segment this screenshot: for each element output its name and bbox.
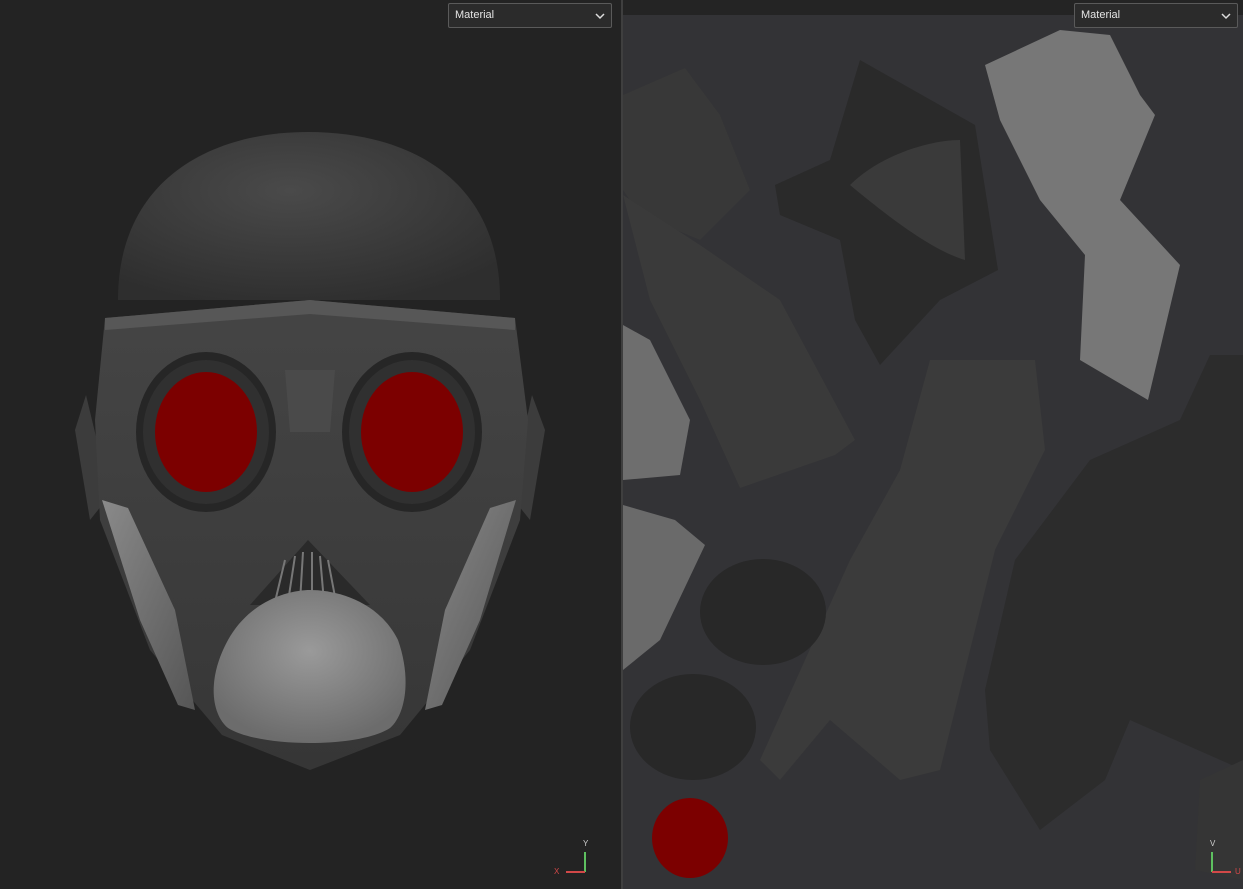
material-dropdown[interactable]: Material	[1074, 3, 1238, 28]
uv-circle-island	[630, 674, 756, 780]
material-dropdown[interactable]: Material	[448, 3, 612, 28]
axis-y-label: Y	[583, 839, 589, 848]
material-dropdown-label: Material	[1081, 9, 1121, 21]
uv-texture-layout	[623, 30, 1243, 880]
uv-circle-island	[700, 559, 826, 665]
left-eye-lens	[155, 372, 257, 492]
uv-eye-lens-island	[652, 798, 728, 878]
uv-island-light	[985, 30, 1180, 400]
chevron-down-icon	[1221, 13, 1231, 20]
uv-viewport[interactable]: Material V U	[623, 0, 1243, 889]
axis-x-label: X	[554, 867, 560, 876]
helmet-dome	[118, 132, 500, 300]
material-dropdown-label: Material	[455, 9, 495, 21]
chevron-down-icon	[595, 13, 605, 20]
mask-3d-render	[75, 132, 545, 770]
uv-axis-gizmo: V U	[1203, 838, 1243, 878]
axis-gizmo: Y X	[552, 838, 592, 878]
right-eye-lens	[361, 372, 463, 492]
3d-viewport[interactable]: Material Y X	[0, 0, 621, 889]
axis-v-label: V	[1210, 839, 1216, 848]
axis-u-label: U	[1235, 867, 1241, 876]
